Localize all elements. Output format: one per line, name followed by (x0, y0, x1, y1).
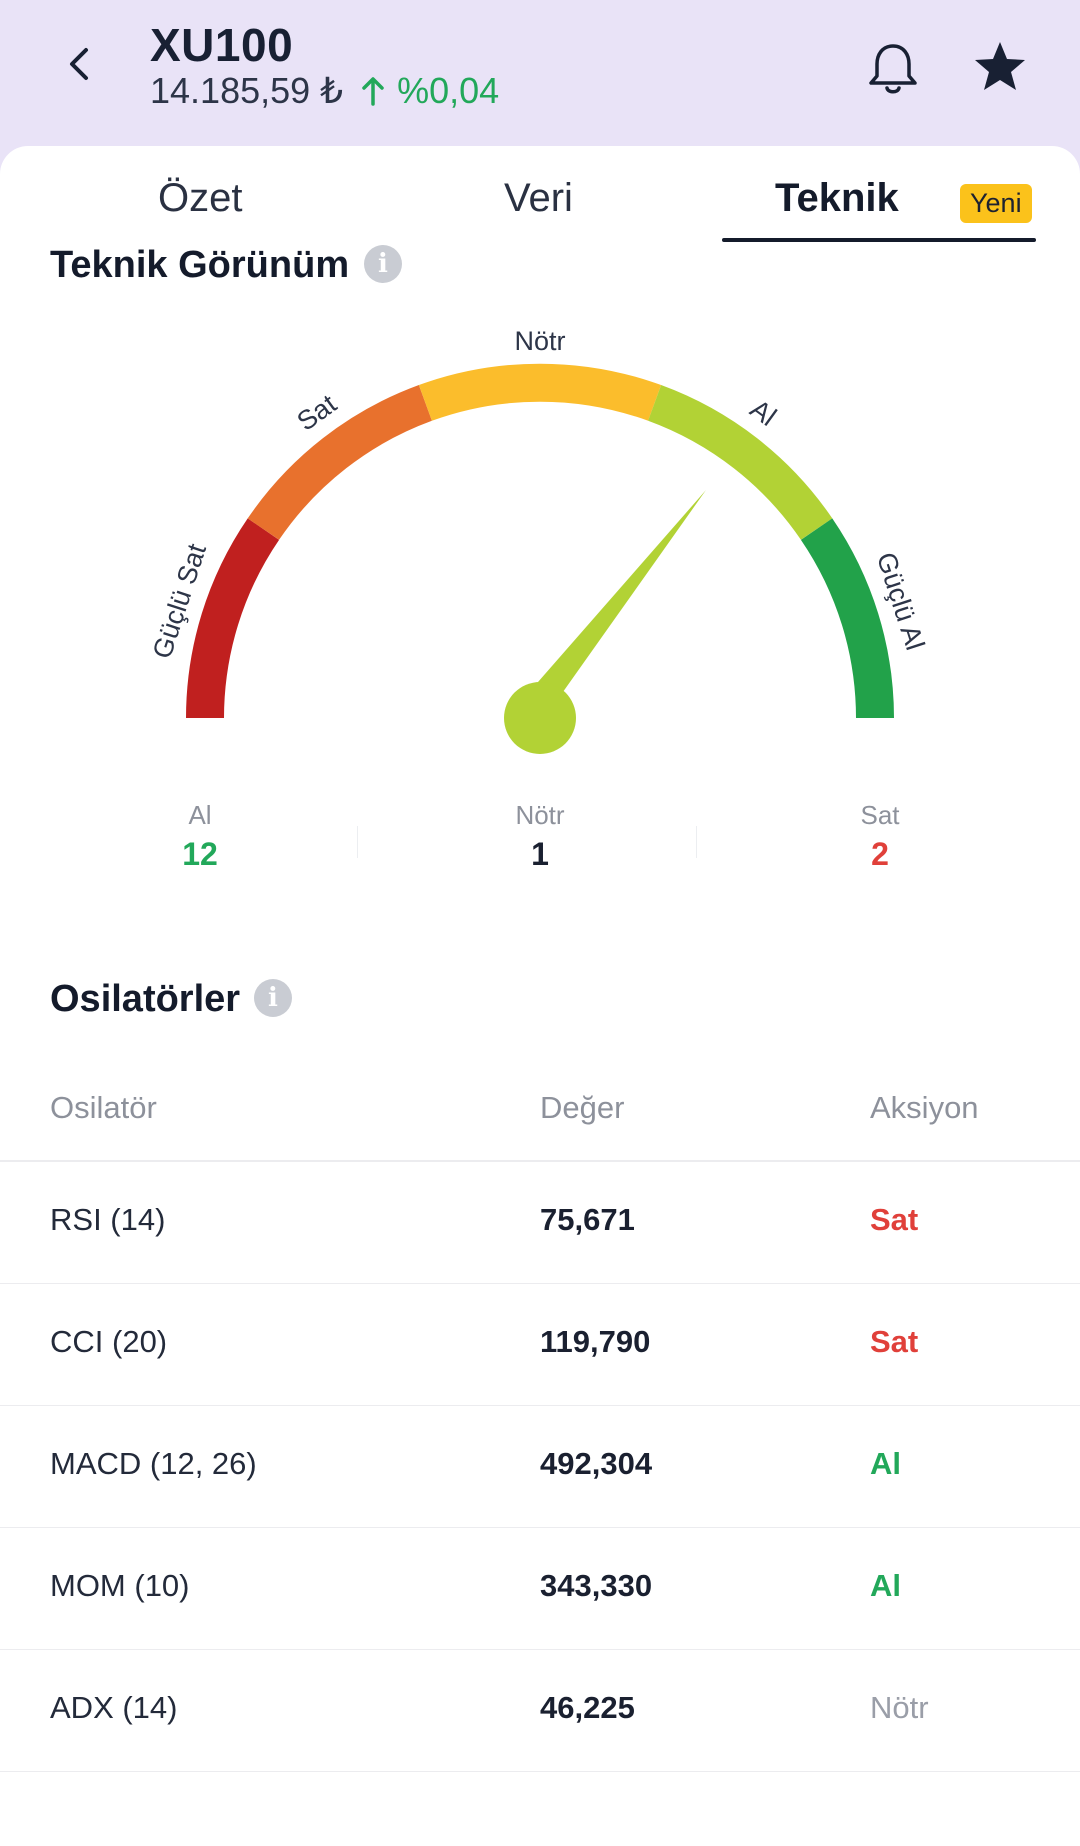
tab-teknik[interactable]: Teknik (775, 176, 899, 221)
table-row: MACD (12, 26) 492,304 Al (0, 1406, 1080, 1528)
info-icon[interactable]: i (254, 979, 292, 1017)
oscillator-action: Al (870, 1568, 901, 1603)
gauge-label-neutral: Nötr (514, 326, 565, 356)
new-badge: Yeni (960, 184, 1032, 223)
summary-sell-label: Sat (860, 800, 900, 830)
price-change: %0,04 (361, 70, 499, 112)
summary-buy-label: Al (188, 800, 212, 830)
oscillator-name: CCI (20) (50, 1324, 168, 1359)
oscillator-name: MACD (12, 26) (50, 1446, 257, 1481)
oscillator-value: 75,671 (540, 1202, 635, 1237)
change-percent: %0,04 (397, 70, 500, 111)
summary-neutral-count: 1 (531, 836, 549, 872)
tab-ozet[interactable]: Özet (158, 176, 242, 221)
gauge-segment-buy (647, 385, 833, 540)
summary-neutral-label: Nötr (515, 800, 565, 830)
oscillator-action: Al (870, 1446, 901, 1481)
row-divider (0, 1771, 1080, 1772)
gauge-segment-strong-sell (186, 518, 280, 719)
oscillator-name: RSI (14) (50, 1202, 166, 1237)
info-icon[interactable]: i (364, 245, 402, 283)
table-row: MOM (10) 343,330 Al (0, 1528, 1080, 1650)
oscillator-name: ADX (14) (50, 1690, 178, 1725)
oscillator-value: 343,330 (540, 1568, 653, 1603)
technical-gauge: Güçlü Sat Sat Nötr Al Güçlü Al (147, 326, 930, 754)
column-header-oscillator: Osilatör (50, 1090, 157, 1125)
app-header: XU100 14.185,59 ₺ %0,04 (0, 0, 1080, 160)
oscillators-title: Osilatörler (50, 978, 241, 1020)
star-icon[interactable] (972, 40, 1028, 94)
gauge-segment-strong-buy (800, 518, 894, 719)
arrow-up-icon (362, 77, 384, 106)
oscillator-value: 492,304 (540, 1446, 653, 1481)
table-row: ADX (14) 46,225 Nötr (0, 1650, 1080, 1772)
tab-veri[interactable]: Veri (504, 176, 573, 221)
oscillator-action: Sat (870, 1202, 919, 1237)
summary-buy-count: 12 (182, 836, 218, 872)
gauge-segment-neutral (418, 363, 662, 421)
summary-divider (357, 826, 358, 858)
price-line: 14.185,59 ₺ %0,04 (150, 70, 499, 112)
back-arrow-icon[interactable] (58, 42, 102, 86)
gauge-needle-hub (504, 682, 576, 754)
tab-bar: Özet Veri Teknik (0, 176, 1080, 246)
oscillator-action: Nötr (870, 1690, 929, 1725)
current-price: 14.185,59 ₺ (150, 70, 344, 111)
oscillator-value: 46,225 (540, 1690, 635, 1725)
table-row: CCI (20) 119,790 Sat (0, 1284, 1080, 1406)
active-tab-indicator (722, 238, 1036, 242)
column-header-action: Aksiyon (870, 1090, 979, 1125)
gauge-needle (531, 490, 706, 706)
technical-view-title: Teknik Görünüm (50, 244, 350, 286)
gauge-segment-sell (247, 385, 433, 540)
summary-sell-count: 2 (871, 836, 889, 872)
table-row: RSI (14) 75,671 Sat (0, 1162, 1080, 1284)
column-header-value: Değer (540, 1090, 625, 1125)
oscillator-name: MOM (10) (50, 1568, 190, 1603)
bell-icon[interactable] (866, 40, 920, 96)
oscillator-action: Sat (870, 1324, 919, 1359)
summary-divider (696, 826, 697, 858)
ticker-symbol: XU100 (150, 19, 294, 71)
oscillator-value: 119,790 (540, 1324, 651, 1359)
gauge-label-buy: Al (745, 394, 782, 432)
